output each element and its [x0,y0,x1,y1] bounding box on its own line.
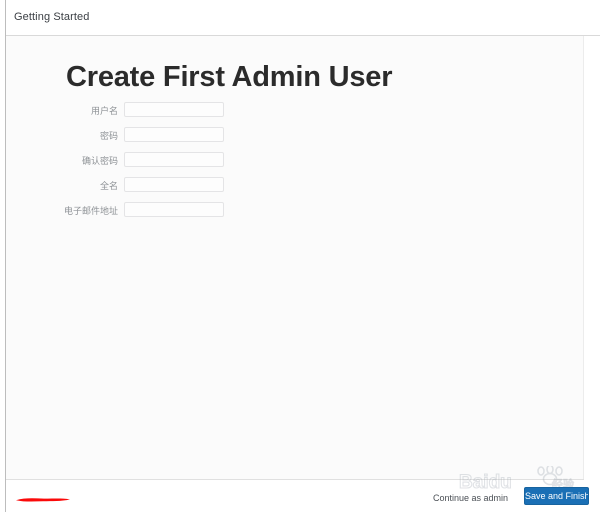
label-password: 密码 [99,132,118,142]
label-confirm-password: 确认密码 [81,157,118,167]
username-input[interactable] [124,102,224,117]
password-input[interactable] [124,127,224,142]
red-annotation-mark [16,498,70,502]
form-row-full-name: 全名 [6,177,584,202]
form-row-password: 密码 [6,127,584,152]
application-window: Getting Started Create First Admin User … [0,0,600,512]
label-email-address: 电子邮件地址 [63,207,118,217]
form-row-confirm-password: 确认密码 [6,152,584,177]
page-title: Create First Admin User [66,61,393,93]
label-username: 用户名 [90,107,118,117]
create-admin-user-form: 用户名 密码 确认密码 全名 电子邮件地址 [6,102,584,227]
confirm-password-input[interactable] [124,152,224,167]
form-row-email-address: 电子邮件地址 [6,202,584,227]
footer-bar [6,480,600,512]
save-and-finish-button[interactable]: Save and Finish [524,487,589,505]
top-bar: Getting Started [6,0,600,35]
form-row-username: 用户名 [6,102,584,127]
content-panel: Create First Admin User 用户名 密码 确认密码 全名 电… [6,36,584,479]
email-address-input[interactable] [124,202,224,217]
label-full-name: 全名 [99,182,118,192]
full-name-input[interactable] [124,177,224,192]
breadcrumb-getting-started[interactable]: Getting Started [14,11,90,24]
continue-as-admin-link[interactable]: Continue as admin [433,492,508,504]
